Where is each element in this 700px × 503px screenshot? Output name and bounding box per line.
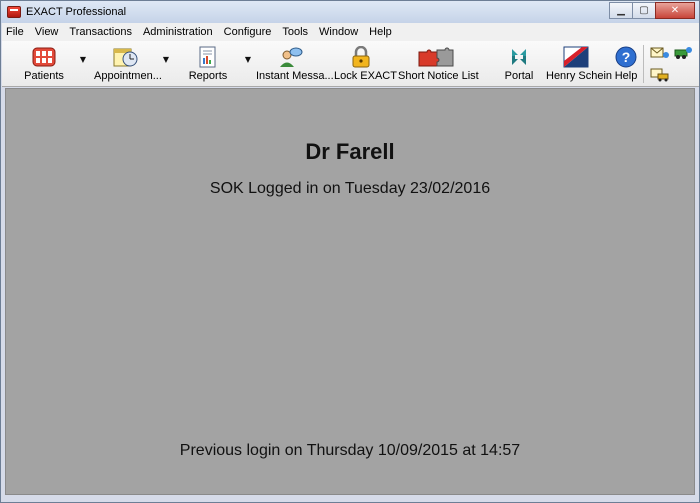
status-bar — [2, 495, 699, 502]
portal-label: Portal — [504, 70, 534, 82]
appointments-dropdown-icon[interactable]: ▼ — [161, 55, 171, 65]
car-tool-icon[interactable] — [673, 44, 693, 60]
window-controls: ▁ ▢ ✕ — [609, 2, 695, 19]
short-notice-list-label: Short Notice List — [398, 70, 479, 82]
patients-dropdown-icon[interactable]: ▼ — [78, 55, 88, 65]
menu-view[interactable]: View — [35, 26, 59, 38]
menu-file[interactable]: File — [6, 26, 24, 38]
maximize-button[interactable]: ▢ — [632, 2, 656, 19]
henry-schein-logo-icon — [563, 46, 589, 68]
henry-schein-button[interactable]: Henry Schein — [546, 43, 613, 85]
logged-in-text: SOK Logged in on Tuesday 23/02/2016 — [209, 180, 491, 197]
portal-button[interactable]: Portal — [502, 43, 536, 85]
instant-messages-button[interactable]: Instant Messa... — [256, 43, 334, 85]
title-bar: EXACT Professional ▁ ▢ ✕ — [1, 1, 699, 23]
appointments-label: Appointmen... — [94, 70, 162, 82]
menu-bar: File View Transactions Administration Co… — [2, 23, 699, 41]
help-label: Help — [614, 70, 638, 82]
previous-login-text: Previous login on Thursday 10/09/2015 at… — [179, 442, 521, 459]
minimize-button[interactable]: ▁ — [609, 2, 633, 19]
close-button[interactable]: ✕ — [655, 2, 695, 19]
appointments-button[interactable]: Appointmen... — [94, 43, 162, 85]
lock-icon — [348, 45, 374, 68]
doctor-name: Dr Farell — [305, 139, 395, 164]
help-question-icon: ? — [613, 46, 639, 68]
patients-button[interactable]: Patients — [22, 43, 66, 85]
chat-user-icon — [277, 46, 303, 68]
menu-help[interactable]: Help — [369, 26, 392, 38]
help-button[interactable]: ? Help — [612, 43, 640, 85]
menu-administration[interactable]: Administration — [143, 26, 213, 38]
teeth-icon — [31, 46, 57, 68]
calendar-clock-icon — [113, 46, 139, 68]
henry-schein-label: Henry Schein — [546, 70, 613, 82]
menu-tools[interactable]: Tools — [282, 26, 308, 38]
reports-button[interactable]: Reports — [187, 43, 229, 85]
instant-messages-label: Instant Messa... — [256, 70, 334, 82]
short-notice-list-button[interactable]: Short Notice List — [398, 43, 479, 85]
lock-exact-button[interactable]: Lock EXACT — [334, 43, 397, 85]
lock-exact-label: Lock EXACT — [334, 70, 397, 82]
app-window: EXACT Professional ▁ ▢ ✕ File View Trans… — [0, 0, 700, 503]
menu-configure[interactable]: Configure — [224, 26, 272, 38]
portal-arrows-icon — [506, 46, 532, 68]
welcome-panel: Dr Farell SOK Logged in on Tuesday 23/02… — [5, 88, 695, 495]
window-title: EXACT Professional — [26, 6, 127, 18]
app-logo-icon — [7, 6, 21, 18]
puzzle-icon — [417, 46, 455, 68]
menu-transactions[interactable]: Transactions — [69, 26, 132, 38]
menu-window[interactable]: Window — [319, 26, 358, 38]
reports-label: Reports — [188, 70, 228, 82]
patients-label: Patients — [24, 70, 64, 82]
toolbar: Patients ▼ Appointmen... ▼ Reports ▼ Ins… — [2, 41, 699, 87]
mail-tool-icon[interactable] — [650, 44, 670, 60]
toolbar-separator — [643, 45, 644, 83]
help-glyph: ? — [622, 49, 631, 65]
reports-dropdown-icon[interactable]: ▼ — [243, 55, 253, 65]
mail-car-tool-icon[interactable] — [650, 66, 670, 82]
report-chart-icon — [195, 46, 221, 68]
